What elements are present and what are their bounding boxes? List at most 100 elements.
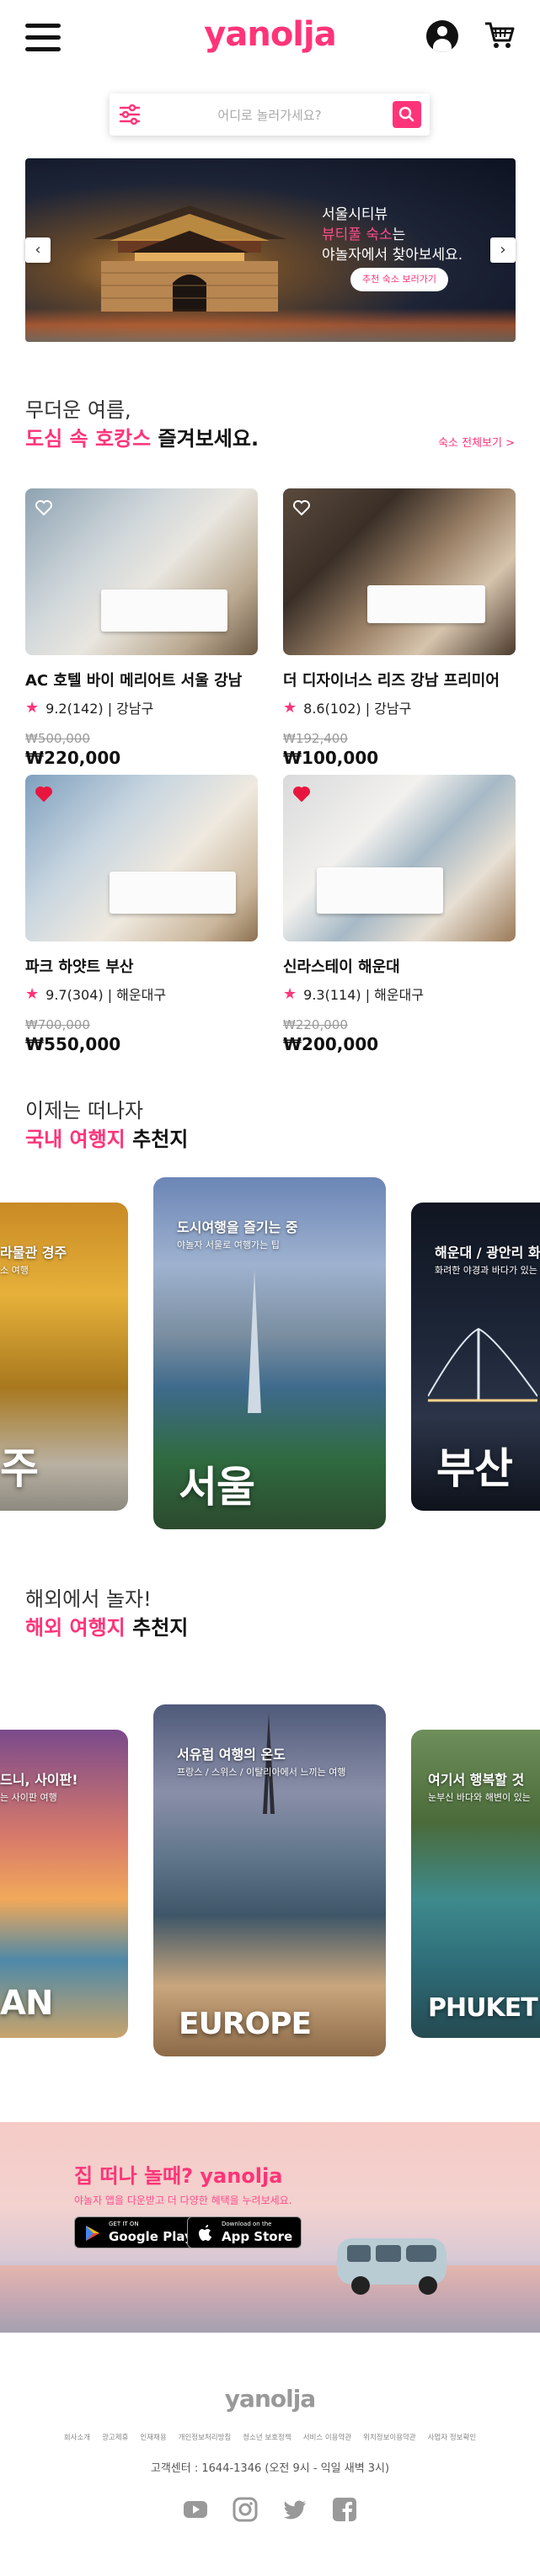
- hotel-card[interactable]: AC 호텔 바이 메리어트 서울 강남 ★ 9.2(142) | 강남구 ₩500…: [25, 488, 258, 768]
- header: yanolja: [0, 0, 540, 76]
- hotel-card[interactable]: 파크 하얏트 부산 ★ 9.7(304) | 해운대구 ₩700,000 ₩550…: [25, 775, 258, 1054]
- hotel-meta: ★ 9.2(142) | 강남구: [25, 697, 258, 717]
- heart-icon[interactable]: [35, 787, 52, 802]
- banner-cta-button[interactable]: 추천 숙소 보러가기: [350, 268, 448, 291]
- hotel-bed: [101, 589, 227, 632]
- google-play-small: GET IT ON: [109, 2221, 139, 2227]
- destination-subcaption: 는 사이판 여행: [0, 1792, 57, 1803]
- destination-title: PHUKET: [428, 1993, 538, 2023]
- domestic-title-rest: 추천지: [125, 1128, 189, 1151]
- lotte-tower-illustration: [248, 1270, 261, 1413]
- destination-subcaption: 야놀자 서울로 여행가는 팁: [177, 1240, 280, 1251]
- destination-card-gyeongju[interactable]: 라물관 경주 소 여행 주: [0, 1203, 128, 1511]
- destination-title: AN: [0, 1984, 53, 2023]
- hotel-price: ₩100,000: [283, 748, 379, 768]
- destination-subcaption: 눈부신 바다와 해변이 있는: [428, 1792, 531, 1803]
- hotel-card[interactable]: 신라스테이 해운대 ★ 9.3(114) | 해운대구 ₩220,000 ₩200…: [283, 775, 516, 1054]
- app-store-button[interactable]: Download on the App Store: [187, 2216, 302, 2248]
- hotel-price: ₩220,000: [25, 748, 121, 768]
- hotel-bed: [110, 872, 236, 914]
- user-account-icon[interactable]: [426, 20, 458, 52]
- overseas-title-line1: 해외에서 놀자!: [25, 1587, 152, 1611]
- hotel-price: ₩200,000: [283, 1034, 379, 1054]
- hotel-name: 파크 하얏트 부산: [25, 958, 134, 976]
- destination-caption: 해운대 / 광안리 화려: [435, 1245, 540, 1261]
- promo-subtext: 야놀자 앱을 다운받고 더 다양한 혜택을 누려보세요.: [74, 2195, 292, 2206]
- hotel-price: ₩550,000: [25, 1034, 121, 1054]
- overseas-title-rest: 추천지: [125, 1616, 189, 1640]
- customer-center-info: 고객센터 : 1644-1346 (오전 9시 - 익일 새벽 3시): [150, 2462, 390, 2475]
- hotel-name: 신라스테이 해운대: [283, 958, 400, 976]
- see-all-hotels-link[interactable]: 숙소 전체보기 >: [438, 434, 515, 450]
- youtube-icon[interactable]: [183, 2497, 208, 2522]
- banner-line3: 야놀자에서 찾아보세요.: [322, 247, 463, 264]
- page: yanolja 어디로 놀러가세요? 서울시티뷰 뷰티풀 숙소는 야놀자에서 찾…: [0, 0, 540, 2576]
- banner-line2-rest: 는: [392, 227, 406, 243]
- footer-link[interactable]: 광고제휴: [102, 2434, 128, 2442]
- destination-card-seoul[interactable]: 도시여행을 즐기는 중 야놀자 서울로 여행가는 팁 서울: [153, 1177, 386, 1529]
- hotel-photo: [283, 488, 516, 655]
- hotel-card[interactable]: 더 디자이너스 리즈 강남 프리미어 ★ 8.6(102) | 강남구 ₩192,…: [283, 488, 516, 768]
- destination-title: EUROPE: [179, 2007, 312, 2041]
- app-store-label: App Store: [222, 2229, 293, 2244]
- domestic-title-highlight: 국내 여행지: [25, 1128, 126, 1151]
- promo-banner[interactable]: 서울시티뷰 뷰티풀 숙소는 야놀자에서 찾아보세요. 추천 숙소 보러가기: [25, 158, 516, 342]
- facebook-icon[interactable]: [332, 2497, 357, 2522]
- google-play-button[interactable]: GET IT ON Google Play: [74, 2216, 202, 2248]
- destination-title: 부산: [436, 1444, 513, 1493]
- destination-card-europe[interactable]: 서유럽 여행의 온도 프랑스 / 스위스 / 이탈리아에서 느끼는 여행 EUR…: [153, 1704, 386, 2056]
- search-icon: [398, 106, 414, 122]
- star-icon: ★: [283, 984, 297, 1003]
- search-bar[interactable]: 어디로 놀러가세요?: [110, 93, 430, 136]
- footer-link[interactable]: 청소년 보호정책: [243, 2434, 291, 2442]
- instagram-icon[interactable]: [233, 2497, 258, 2522]
- banner-highlight: 뷰티풀 숙소: [322, 227, 393, 243]
- hotels-title-rest: 즐겨보세요.: [151, 427, 259, 451]
- hotel-old-price: ₩192,400: [283, 731, 348, 746]
- heart-icon[interactable]: [35, 500, 52, 515]
- heart-icon[interactable]: [293, 500, 310, 515]
- hotels-title-highlight: 도심 속 호캉스: [25, 427, 152, 451]
- filter-sliders-icon[interactable]: [118, 103, 142, 126]
- search-button[interactable]: [393, 101, 421, 128]
- footer-link[interactable]: 사업자 정보확인: [428, 2434, 476, 2442]
- hotels-title-line1: 무더운 여름,: [25, 398, 131, 422]
- heart-icon[interactable]: [293, 787, 310, 802]
- search-input[interactable]: 어디로 놀러가세요?: [160, 106, 379, 124]
- logo[interactable]: yanolja: [0, 15, 540, 54]
- footer-link[interactable]: 개인정보처리방침: [179, 2434, 232, 2442]
- hotel-photo: [25, 488, 258, 655]
- footer-link[interactable]: 회사소개: [64, 2434, 90, 2442]
- hotel-rating: 9.7(304) | 해운대구: [45, 987, 167, 1003]
- hotel-bed: [317, 867, 443, 914]
- destination-card-phuket[interactable]: 여기서 행복할 것 눈부신 바다와 해변이 있는 PHUKET: [411, 1730, 540, 2038]
- shopping-cart-icon[interactable]: [484, 20, 516, 51]
- promo-headline: 집 떠나 놀때? yanolja: [74, 2164, 283, 2188]
- twitter-icon[interactable]: [282, 2497, 307, 2522]
- bridge-illustration: [428, 1327, 537, 1402]
- hotel-rating: 9.3(114) | 해운대구: [303, 987, 425, 1003]
- eiffel-tower-illustration: [263, 1713, 275, 1814]
- footer-logo[interactable]: yanolja: [0, 2385, 540, 2413]
- destination-caption: 서유럽 여행의 온도: [177, 1747, 286, 1763]
- footer-link[interactable]: 위치정보이용약관: [363, 2434, 416, 2442]
- banner-prev-button[interactable]: ‹: [25, 237, 51, 263]
- footer-link[interactable]: 서비스 이용약관: [303, 2434, 351, 2442]
- destination-card-saipan[interactable]: 드니, 사이판! 는 사이판 여행 AN: [0, 1730, 128, 2038]
- hotel-meta: ★ 8.6(102) | 강남구: [283, 697, 516, 717]
- destination-card-busan[interactable]: 해운대 / 광안리 화려 화려한 야경과 바다가 있는 부산: [411, 1203, 540, 1511]
- domestic-section-title: 이제는 떠나자 국내 여행지 추천지: [25, 1096, 188, 1154]
- google-play-icon: [86, 2226, 99, 2241]
- destination-caption: 드니, 사이판!: [0, 1772, 78, 1788]
- domestic-title-line1: 이제는 떠나자: [25, 1099, 144, 1123]
- hotel-meta: ★ 9.7(304) | 해운대구: [25, 984, 258, 1004]
- hotel-old-price: ₩700,000: [25, 1017, 90, 1032]
- hotel-photo: [25, 775, 258, 941]
- app-store-small: Download on the: [222, 2221, 272, 2227]
- destination-caption: 도시여행을 즐기는 중: [177, 1219, 298, 1235]
- banner-next-button[interactable]: ›: [490, 237, 516, 263]
- banner-line2: 뷰티풀 숙소는: [322, 225, 462, 245]
- footer: yanolja 회사소개 광고제휴 인재채용 개인정보처리방침 청소년 보호정책 서비스 …: [0, 2333, 540, 2576]
- destination-caption: 여기서 행복할 것: [428, 1772, 525, 1788]
- footer-link[interactable]: 인재채용: [140, 2434, 166, 2442]
